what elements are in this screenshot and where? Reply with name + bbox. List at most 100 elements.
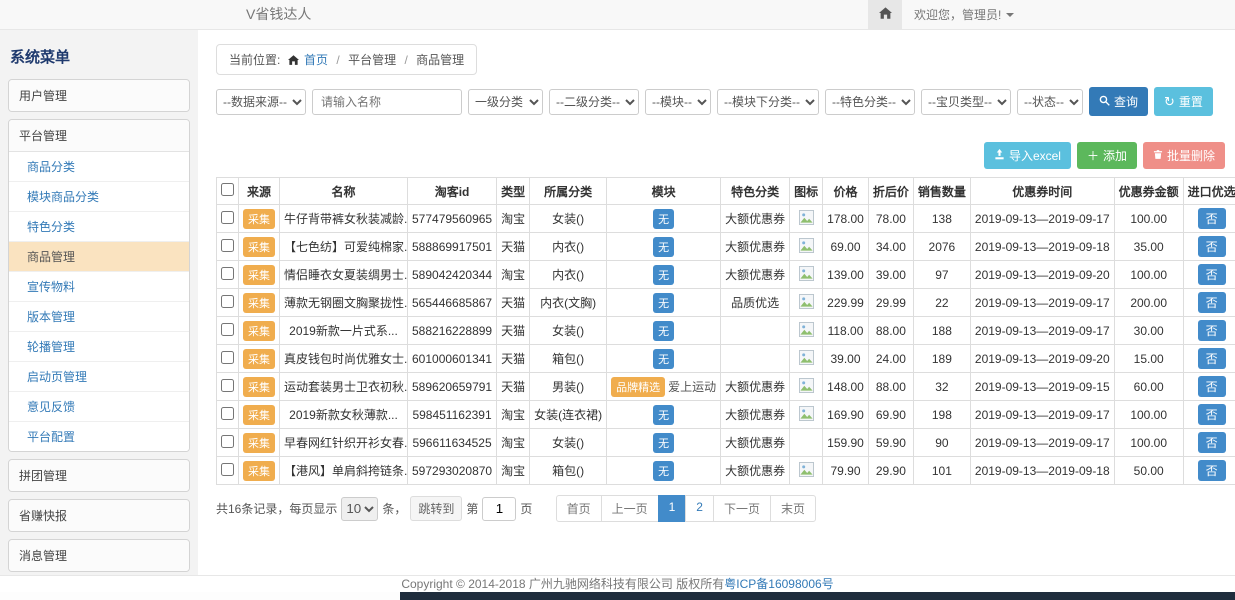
breadcrumb-home-link[interactable]: 首页 bbox=[304, 53, 328, 67]
icon-cell bbox=[790, 289, 823, 317]
sidebar-group: 消息管理 bbox=[8, 539, 190, 572]
row-checkbox[interactable] bbox=[221, 379, 234, 392]
taoke-id-cell: 596611634525 bbox=[408, 429, 497, 457]
import-select-button[interactable]: 否 bbox=[1198, 208, 1226, 229]
table-row: 采集【七色纺】可爱纯棉家...588869917501天猫内衣()无大额优惠券6… bbox=[217, 233, 1235, 261]
row-select-cell bbox=[217, 373, 239, 401]
filter-select[interactable]: --特色分类-- bbox=[825, 89, 915, 115]
module-cell: 无 bbox=[607, 205, 721, 233]
coupon-amount-cell: 100.00 bbox=[1114, 429, 1183, 457]
module-badge: 无 bbox=[653, 461, 674, 481]
breadcrumb: 当前位置: 首页 / 平台管理 / 商品管理 bbox=[216, 44, 477, 75]
sidebar-item[interactable]: 宣传物料 bbox=[9, 272, 189, 302]
pagination-button[interactable]: 上一页 bbox=[601, 495, 659, 522]
pagination-button[interactable]: 2 bbox=[685, 495, 714, 522]
taoke-id-cell: 601000601341 bbox=[408, 345, 497, 373]
import-select-button[interactable]: 否 bbox=[1198, 292, 1226, 313]
discount-price-cell: 88.00 bbox=[868, 317, 913, 345]
discount-price-cell: 69.90 bbox=[868, 401, 913, 429]
row-checkbox[interactable] bbox=[221, 435, 234, 448]
sidebar-item[interactable]: 平台配置 bbox=[9, 422, 189, 451]
price-cell: 69.00 bbox=[823, 233, 869, 261]
import-select-button[interactable]: 否 bbox=[1198, 236, 1226, 257]
row-checkbox[interactable] bbox=[221, 351, 234, 364]
sidebar-group-header[interactable]: 用户管理 bbox=[9, 80, 189, 111]
jump-pre-text: 第 bbox=[466, 500, 478, 517]
name-cell: 运动套装男士卫衣初秋... bbox=[280, 373, 408, 401]
filter-select[interactable]: --状态-- bbox=[1017, 89, 1083, 115]
name-search-input[interactable] bbox=[312, 89, 462, 115]
import-select-button[interactable]: 否 bbox=[1198, 460, 1226, 481]
category-cell: 箱包() bbox=[530, 457, 607, 485]
sidebar-item[interactable]: 模块商品分类 bbox=[9, 182, 189, 212]
source-badge: 采集 bbox=[243, 349, 275, 369]
icon-cell bbox=[790, 457, 823, 485]
search-button[interactable]: 查询 bbox=[1089, 87, 1148, 116]
reset-button[interactable]: ↻ 重置 bbox=[1154, 87, 1213, 116]
sidebar-group-header[interactable]: 平台管理 bbox=[9, 120, 189, 151]
row-select-cell bbox=[217, 261, 239, 289]
jump-button[interactable]: 跳转到 bbox=[410, 496, 462, 521]
source-cell: 采集 bbox=[239, 233, 280, 261]
name-cell: 2019新款一片式系... bbox=[280, 317, 408, 345]
row-checkbox[interactable] bbox=[221, 407, 234, 420]
import-select-button[interactable]: 否 bbox=[1198, 320, 1226, 341]
sidebar-item[interactable]: 版本管理 bbox=[9, 302, 189, 332]
row-checkbox[interactable] bbox=[221, 239, 234, 252]
products-table: 来源名称淘客id类型所属分类模块特色分类图标价格折后价销售数量优惠券时间优惠券金… bbox=[216, 177, 1235, 485]
page-size-select[interactable]: 10 bbox=[341, 497, 378, 521]
feature-cell bbox=[721, 345, 790, 373]
import-select-button[interactable]: 否 bbox=[1198, 264, 1226, 285]
sidebar-item[interactable]: 轮播管理 bbox=[9, 332, 189, 362]
module-badge: 无 bbox=[653, 265, 674, 285]
import-select-button[interactable]: 否 bbox=[1198, 348, 1226, 369]
horizontal-scrollbar[interactable] bbox=[0, 592, 1235, 600]
filter-select[interactable]: --模块下分类-- bbox=[717, 89, 819, 115]
row-checkbox[interactable] bbox=[221, 267, 234, 280]
filter-select[interactable]: --宝贝类型-- bbox=[921, 89, 1011, 115]
user-menu[interactable]: 欢迎您，管理员! bbox=[902, 0, 1026, 29]
batch-delete-button[interactable]: 批量删除 bbox=[1143, 142, 1225, 169]
price-cell: 79.90 bbox=[823, 457, 869, 485]
sidebar-group-header[interactable]: 消息管理 bbox=[9, 540, 189, 571]
add-button[interactable]: ＋ 添加 bbox=[1077, 142, 1137, 169]
home-button[interactable] bbox=[868, 0, 902, 29]
product-image-icon bbox=[799, 270, 814, 284]
feature-cell: 品质优选 bbox=[721, 289, 790, 317]
pagination-button[interactable]: 1 bbox=[658, 495, 687, 522]
filter-select[interactable]: --模块-- bbox=[645, 89, 711, 115]
select-all-checkbox[interactable] bbox=[221, 183, 234, 196]
icon-cell bbox=[790, 205, 823, 233]
icp-link[interactable]: 粤ICP备16098006号 bbox=[724, 577, 833, 591]
filter-select[interactable]: --数据来源-- bbox=[216, 89, 306, 115]
import-excel-button[interactable]: 导入excel bbox=[984, 142, 1071, 169]
icon-cell bbox=[790, 261, 823, 289]
import-select-button-cell: 否 bbox=[1183, 429, 1235, 457]
sidebar-item[interactable]: 特色分类 bbox=[9, 212, 189, 242]
filter-select[interactable]: 一级分类 bbox=[468, 89, 543, 115]
sidebar-group-header[interactable]: 省赚快报 bbox=[9, 500, 189, 531]
sidebar-item[interactable]: 启动页管理 bbox=[9, 362, 189, 392]
jump-page-input[interactable] bbox=[482, 497, 516, 521]
row-checkbox[interactable] bbox=[221, 211, 234, 224]
import-select-button[interactable]: 否 bbox=[1198, 404, 1226, 425]
icon-cell bbox=[790, 317, 823, 345]
sidebar-group-header[interactable]: 拼团管理 bbox=[9, 460, 189, 491]
module-badge: 无 bbox=[653, 405, 674, 425]
taoke-id-cell: 589620659791 bbox=[408, 373, 497, 401]
scrollbar-thumb[interactable] bbox=[400, 592, 1235, 600]
row-checkbox[interactable] bbox=[221, 323, 234, 336]
pagination-button[interactable]: 末页 bbox=[770, 495, 816, 522]
batch-delete-label: 批量删除 bbox=[1167, 147, 1215, 164]
pagination-button[interactable]: 下一页 bbox=[713, 495, 771, 522]
sidebar-item[interactable]: 商品分类 bbox=[9, 152, 189, 182]
row-checkbox[interactable] bbox=[221, 295, 234, 308]
sidebar-item[interactable]: 意见反馈 bbox=[9, 392, 189, 422]
filter-select[interactable]: --二级分类-- bbox=[549, 89, 639, 115]
pagination-button[interactable]: 首页 bbox=[556, 495, 602, 522]
import-select-button[interactable]: 否 bbox=[1198, 432, 1226, 453]
row-checkbox[interactable] bbox=[221, 463, 234, 476]
import-select-button[interactable]: 否 bbox=[1198, 376, 1226, 397]
sidebar-item[interactable]: 商品管理 bbox=[9, 242, 189, 272]
type-cell: 淘宝 bbox=[497, 457, 530, 485]
